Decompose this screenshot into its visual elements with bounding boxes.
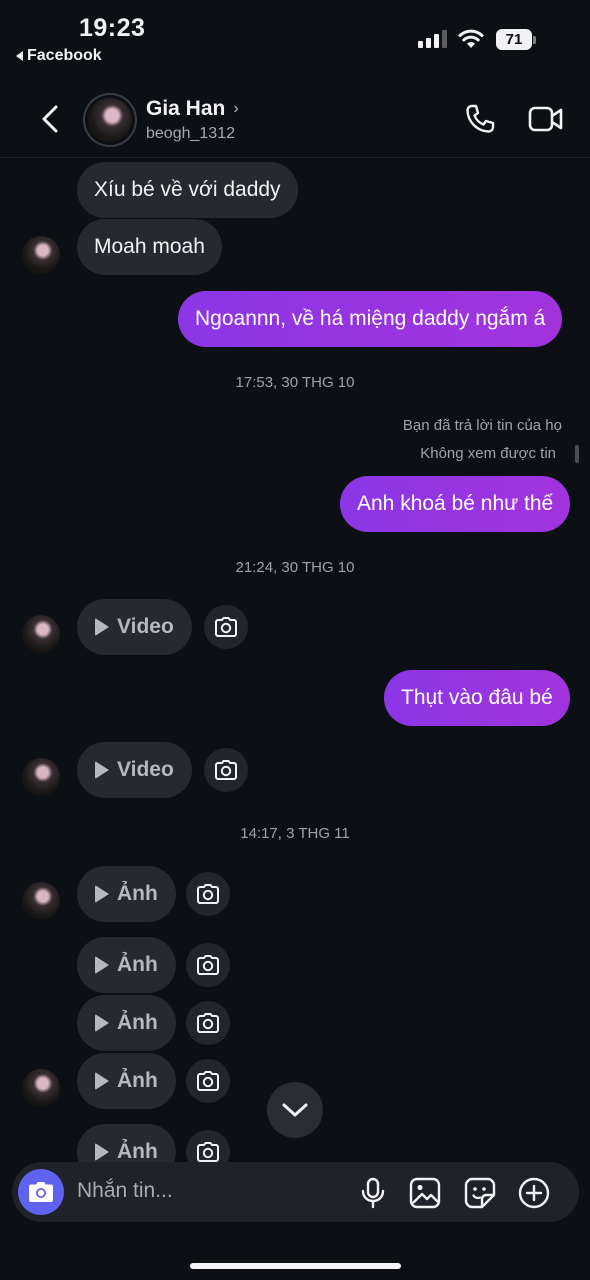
camera-reply-button[interactable] — [186, 943, 230, 987]
camera-icon — [215, 760, 237, 780]
camera-reply-button[interactable] — [186, 1059, 230, 1103]
video-label: Video — [117, 758, 174, 781]
sender-avatar[interactable] — [22, 1069, 60, 1107]
camera-reply-button[interactable] — [186, 1001, 230, 1045]
photo-label: Ảnh — [117, 1140, 158, 1162]
chat-header: Gia Han › beogh_1312 — [0, 80, 590, 158]
timestamp: 21:24, 30 THG 10 — [235, 559, 355, 576]
timestamp: 14:17, 3 THG 11 — [240, 825, 350, 842]
video-label: Video — [117, 615, 174, 638]
contact-name: Gia Han — [146, 97, 226, 120]
play-icon — [95, 761, 109, 779]
play-icon — [95, 618, 109, 636]
camera-icon — [197, 955, 219, 975]
play-icon — [95, 1143, 109, 1161]
chevron-right-icon: › — [233, 100, 239, 117]
sender-avatar[interactable] — [22, 615, 60, 653]
camera-reply-button[interactable] — [186, 872, 230, 916]
photo-label: Ảnh — [117, 1069, 158, 1092]
play-icon — [95, 1014, 109, 1032]
camera-icon — [197, 884, 219, 904]
composer-camera-button[interactable] — [18, 1169, 64, 1215]
back-triangle-icon — [16, 51, 23, 61]
photo-message[interactable]: Ảnh — [77, 995, 176, 1051]
play-icon — [95, 956, 109, 974]
photo-label: Ảnh — [117, 1011, 158, 1034]
battery-icon: 71 — [496, 29, 536, 50]
play-icon — [95, 1072, 109, 1090]
sender-avatar[interactable] — [22, 236, 60, 274]
microphone-icon[interactable] — [360, 1177, 386, 1209]
cellular-signal-icon — [418, 30, 447, 48]
back-app-label: Facebook — [27, 47, 102, 64]
story-reply-bar — [575, 445, 579, 463]
gallery-icon[interactable] — [409, 1177, 441, 1209]
camera-reply-button[interactable] — [186, 1130, 230, 1162]
sender-avatar[interactable] — [22, 758, 60, 796]
photo-message[interactable]: Ảnh — [77, 1124, 176, 1162]
contact-username: beogh_1312 — [146, 125, 235, 142]
wifi-icon — [458, 29, 484, 48]
outgoing-message[interactable]: Thụt vào đâu bé — [384, 670, 570, 726]
scroll-to-bottom-button[interactable] — [267, 1082, 323, 1138]
message-input[interactable]: Nhắn tin... — [77, 1179, 173, 1203]
video-call-icon[interactable] — [528, 105, 564, 133]
sticker-icon[interactable] — [464, 1177, 496, 1209]
video-message[interactable]: Video — [77, 742, 192, 798]
back-arrow-icon[interactable] — [38, 104, 62, 134]
message-composer: Nhắn tin... — [12, 1162, 579, 1222]
video-message[interactable]: Video — [77, 599, 192, 655]
contact-avatar[interactable] — [83, 93, 137, 147]
home-indicator — [190, 1263, 401, 1269]
timestamp: 17:53, 30 THG 10 — [235, 374, 355, 391]
camera-reply-button[interactable] — [204, 748, 248, 792]
play-icon — [95, 885, 109, 903]
incoming-message[interactable]: Moah moah — [77, 219, 222, 275]
phone-call-icon[interactable] — [464, 103, 496, 135]
photo-message[interactable]: Ảnh — [77, 937, 176, 993]
photo-label: Ảnh — [117, 882, 158, 905]
contact-name-link[interactable]: Gia Han › — [146, 97, 239, 121]
chevron-down-icon — [282, 1103, 308, 1117]
camera-icon — [197, 1142, 219, 1162]
unavailable-story-note[interactable]: Không xem được tin — [420, 445, 556, 462]
back-to-app-link[interactable]: Facebook — [16, 47, 102, 65]
status-bar: 19:23 Facebook 71 — [0, 0, 590, 76]
outgoing-message[interactable]: Ngoannn, về há miệng daddy ngắm á — [178, 291, 563, 347]
sender-avatar[interactable] — [22, 882, 60, 920]
photo-label: Ảnh — [117, 953, 158, 976]
add-plus-icon[interactable] — [518, 1177, 550, 1209]
message-list[interactable]: Xíu bé về với daddy Moah moah Ngoannn, v… — [0, 158, 590, 1162]
outgoing-message[interactable]: Anh khoá bé như thế — [340, 476, 571, 532]
photo-message[interactable]: Ảnh — [77, 1053, 176, 1109]
status-time: 19:23 — [79, 14, 146, 42]
battery-level: 71 — [496, 29, 532, 50]
camera-icon — [197, 1013, 219, 1033]
camera-icon — [29, 1182, 53, 1202]
camera-icon — [197, 1071, 219, 1091]
reply-note: Bạn đã trả lời tin của họ — [402, 417, 562, 434]
camera-icon — [215, 617, 237, 637]
incoming-message[interactable]: Xíu bé về với daddy — [77, 162, 298, 218]
photo-message[interactable]: Ảnh — [77, 866, 176, 922]
camera-reply-button[interactable] — [204, 605, 248, 649]
